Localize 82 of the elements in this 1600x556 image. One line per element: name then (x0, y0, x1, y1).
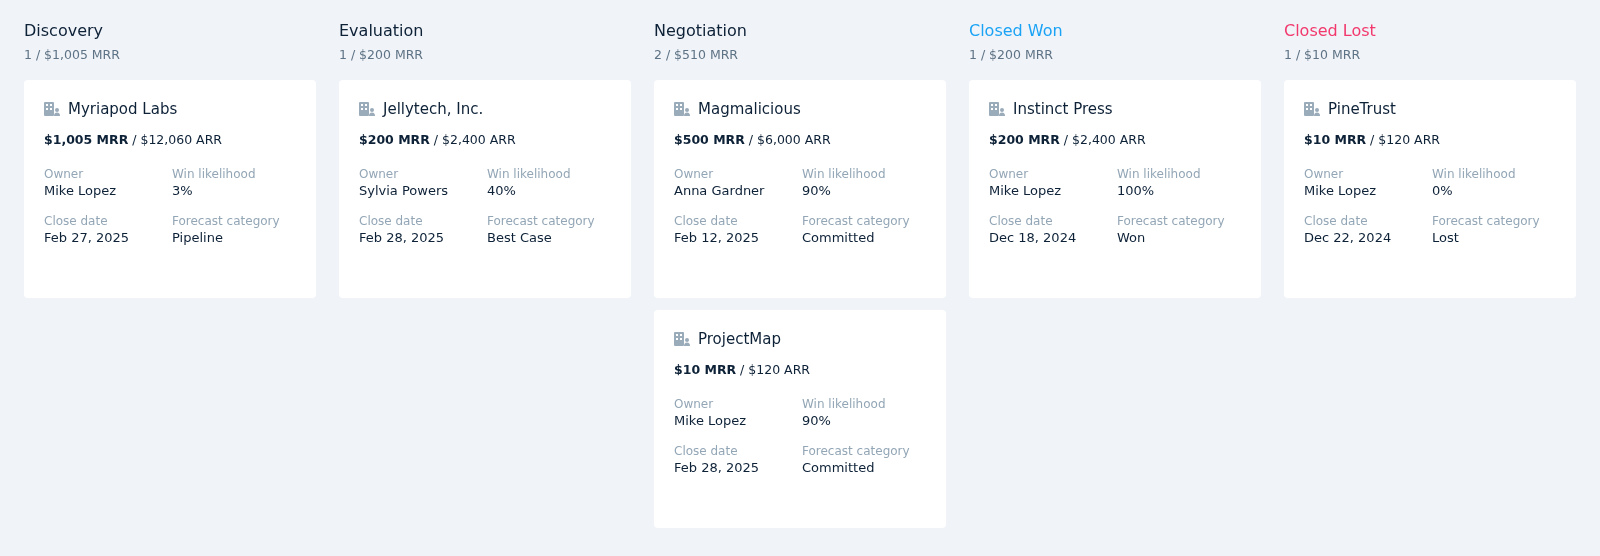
company-name: ProjectMap (698, 330, 781, 348)
field-label: Close date (674, 214, 739, 228)
field-value: Won (1117, 230, 1147, 245)
field-value: Feb 28, 2025 (674, 460, 761, 475)
deal-amount: $200 MRR / $2,400 ARR (989, 132, 1147, 147)
field-value: Committed (802, 230, 876, 245)
field-label: Win likelihood (1117, 167, 1202, 181)
company-name: Instinct Press (1013, 100, 1113, 118)
field-value: Mike Lopez (989, 183, 1063, 198)
field-label: Win likelihood (802, 167, 887, 181)
field-label: Owner (44, 167, 85, 181)
deal-card[interactable]: Instinct Press $200 MRR / $2,400 ARR Owner Mike Lopez Win likelihood 100% Close date Dec 18, 2024 Forecast category Won (969, 80, 1261, 298)
column-summary: 1 / $200 MRR (339, 46, 425, 64)
deal-card[interactable]: Magmalicious $500 MRR / $6,000 ARR Owner Anna Gardner Win likelihood 90% Close date Feb 12, 2025 Forecast category Committed (654, 80, 946, 298)
field-value: 40% (487, 183, 517, 198)
field-label: Forecast category (1117, 214, 1226, 228)
column-summary: 2 / $510 MRR (654, 46, 740, 64)
deal-amount: $10 MRR / $120 ARR (1304, 132, 1441, 147)
field-value: 100% (1117, 183, 1156, 198)
field-label: Close date (989, 214, 1054, 228)
field-value: 3% (172, 183, 194, 198)
deal-amount: $1,005 MRR / $12,060 ARR (44, 132, 224, 147)
deal-card[interactable]: Jellytech, Inc. $200 MRR / $2,400 ARR Owner Sylvia Powers Win likelihood 40% Close date Feb 28, 2025 Forecast category Best Case (339, 80, 631, 298)
column-title: Negotiation (654, 20, 748, 42)
field-value: 90% (802, 183, 832, 198)
field-label: Forecast category (1432, 214, 1541, 228)
building-person-icon (359, 102, 375, 116)
deal-card[interactable]: ProjectMap $10 MRR / $120 ARR Owner Mike Lopez Win likelihood 90% Close date Feb 28, 2025 Forecast category Committed (654, 310, 946, 528)
column-summary: 1 / $200 MRR (969, 46, 1055, 64)
field-value: 90% (802, 413, 832, 428)
deal-amount: $10 MRR / $120 ARR (674, 362, 811, 377)
column-summary: 1 / $10 MRR (1284, 46, 1362, 64)
field-value: 0% (1432, 183, 1454, 198)
field-value: Best Case (487, 230, 553, 245)
field-label: Close date (44, 214, 109, 228)
field-label: Owner (359, 167, 400, 181)
deal-amount: $200 MRR / $2,400 ARR (359, 132, 517, 147)
field-value: Feb 12, 2025 (674, 230, 761, 245)
company-name: Myriapod Labs (68, 100, 178, 118)
field-label: Owner (1304, 167, 1345, 181)
field-label: Owner (674, 397, 715, 411)
company-name: Jellytech, Inc. (383, 100, 484, 118)
field-value: Sylvia Powers (359, 183, 450, 198)
field-label: Win likelihood (487, 167, 572, 181)
company-name: Magmalicious (698, 100, 801, 118)
field-label: Close date (674, 444, 739, 458)
building-person-icon (44, 102, 60, 116)
field-value: Anna Gardner (674, 183, 766, 198)
field-label: Forecast category (802, 214, 911, 228)
field-label: Forecast category (802, 444, 911, 458)
building-person-icon (1304, 102, 1320, 116)
field-label: Close date (359, 214, 424, 228)
field-label: Win likelihood (172, 167, 257, 181)
field-label: Owner (989, 167, 1030, 181)
field-label: Win likelihood (1432, 167, 1517, 181)
field-value: Committed (802, 460, 876, 475)
field-value: Dec 18, 2024 (989, 230, 1078, 245)
field-label: Forecast category (487, 214, 596, 228)
column-title: Closed Lost (1284, 20, 1377, 42)
field-value: Mike Lopez (1304, 183, 1378, 198)
field-label: Forecast category (172, 214, 281, 228)
field-value: Dec 22, 2024 (1304, 230, 1393, 245)
field-value: Pipeline (172, 230, 224, 245)
field-label: Owner (674, 167, 715, 181)
field-value: Feb 28, 2025 (359, 230, 446, 245)
column-title: Closed Won (969, 20, 1064, 42)
deal-card[interactable]: Myriapod Labs $1,005 MRR / $12,060 ARR Owner Mike Lopez Win likelihood 3% Close date Feb 27, 2025 Forecast category Pipeline (24, 80, 316, 298)
building-person-icon (989, 102, 1005, 116)
building-person-icon (674, 102, 690, 116)
column-summary: 1 / $1,005 MRR (24, 46, 121, 64)
column-title: Evaluation (339, 20, 425, 42)
field-value: Mike Lopez (674, 413, 748, 428)
field-label: Win likelihood (802, 397, 887, 411)
field-value: Feb 27, 2025 (44, 230, 131, 245)
deal-card[interactable]: PineTrust $10 MRR / $120 ARR Owner Mike Lopez Win likelihood 0% Close date Dec 22, 2024 Forecast category Lost (1284, 80, 1576, 298)
company-name: PineTrust (1328, 100, 1396, 118)
field-value: Lost (1432, 230, 1460, 245)
building-person-icon (674, 332, 690, 346)
deal-amount: $500 MRR / $6,000 ARR (674, 132, 832, 147)
field-label: Close date (1304, 214, 1369, 228)
column-title: Discovery (24, 20, 105, 42)
field-value: Mike Lopez (44, 183, 118, 198)
